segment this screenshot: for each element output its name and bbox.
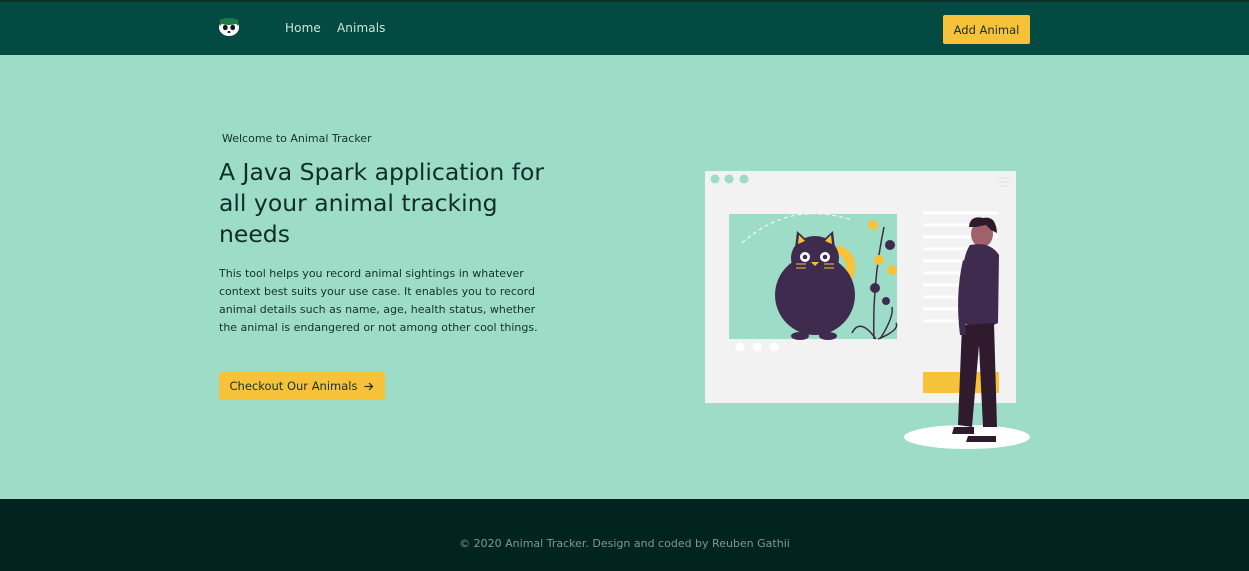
top-navbar: Home Animals Add Animal bbox=[0, 0, 1249, 55]
person-viewing-cat-illustration bbox=[705, 171, 1030, 449]
nav-link-home[interactable]: Home bbox=[285, 21, 321, 35]
nav-link-animals[interactable]: Animals bbox=[337, 21, 385, 35]
page-footer: © 2020 Animal Tracker. Design and coded … bbox=[0, 499, 1249, 571]
add-animal-button[interactable]: Add Animal bbox=[943, 15, 1030, 44]
hero-eyebrow: Welcome to Animal Tracker bbox=[222, 132, 372, 145]
panda-logo-icon[interactable] bbox=[218, 17, 240, 37]
hero-headline: A Java Spark application for all your an… bbox=[219, 158, 545, 248]
hero-section: Welcome to Animal Tracker A Java Spark a… bbox=[0, 55, 1249, 499]
cta-label: Checkout Our Animals bbox=[229, 379, 358, 393]
footer-copyright: © 2020 Animal Tracker. Design and coded … bbox=[459, 537, 790, 550]
hero-description: This tool helps you record animal sighti… bbox=[219, 267, 538, 334]
arrow-right-icon bbox=[364, 382, 374, 390]
checkout-animals-button[interactable]: Checkout Our Animals bbox=[219, 372, 385, 400]
